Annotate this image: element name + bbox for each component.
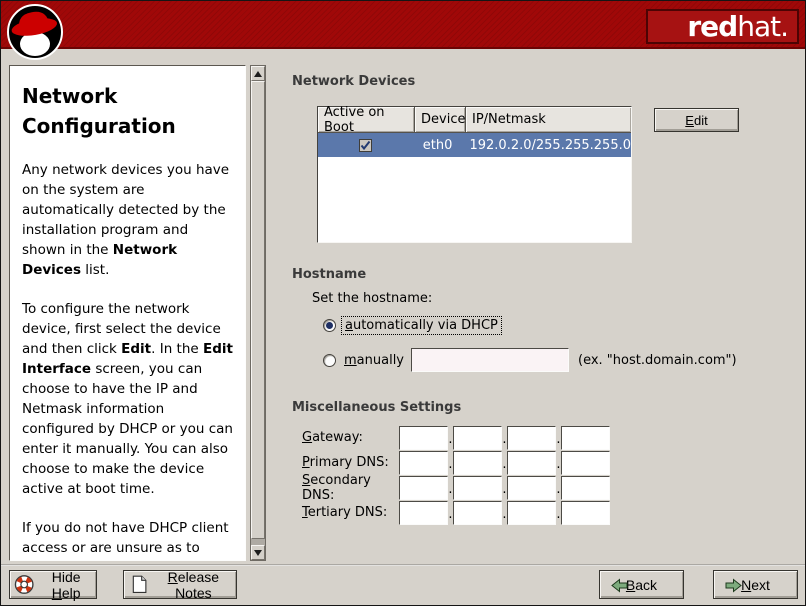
- arrow-right-icon: [725, 578, 742, 593]
- secondary-dns-octet-2[interactable]: [453, 476, 502, 500]
- secondary-dns-octet-1[interactable]: [399, 476, 448, 500]
- radio-button-dhcp[interactable]: [323, 319, 336, 332]
- help-scrollbar[interactable]: [250, 65, 266, 561]
- lifebuoy-help-icon: [14, 574, 34, 595]
- active-on-boot-checkbox[interactable]: [359, 139, 372, 152]
- primary-dns-row: Primary DNS: . . .: [302, 450, 610, 475]
- help-text: Any network devices you have on the syst…: [22, 160, 233, 561]
- radio-dot: [326, 322, 333, 329]
- ip-netmask-cell: 192.0.2.0/255.255.255.0: [462, 138, 631, 153]
- installer-window: redhat. Network Configuration Any networ…: [0, 0, 806, 606]
- hostname-section-label: Hostname: [292, 267, 366, 282]
- triangle-down-icon: [254, 550, 262, 556]
- secondary-dns-row: Secondary DNS: . . .: [302, 475, 610, 500]
- secondary-dns-label: Secondary DNS:: [302, 473, 399, 503]
- scroll-down-button[interactable]: [251, 545, 265, 560]
- active-on-boot-cell: [318, 139, 413, 152]
- document-icon: [131, 574, 148, 595]
- gateway-octet-3[interactable]: [507, 426, 556, 450]
- gateway-row: Gateway: . . .: [302, 425, 610, 450]
- gateway-octet-2[interactable]: [453, 426, 502, 450]
- wordmark-hat: hat.: [737, 13, 788, 41]
- tertiary-dns-octet-4[interactable]: [561, 501, 610, 525]
- back-button[interactable]: Back: [599, 570, 684, 599]
- table-header-row: Active on Boot Device IP/Netmask: [318, 107, 631, 133]
- primary-dns-octet-4[interactable]: [561, 451, 610, 475]
- tertiary-dns-octet-2[interactable]: [453, 501, 502, 525]
- help-panel: Network Configuration Any network device…: [9, 65, 246, 561]
- tertiary-dns-row: Tertiary DNS: . . .: [302, 500, 610, 525]
- column-header-device[interactable]: Device: [415, 107, 466, 133]
- radio-option-dhcp[interactable]: automatically via DHCP: [323, 316, 502, 335]
- misc-settings-section-label: Miscellaneous Settings: [292, 400, 461, 415]
- gateway-octet-4[interactable]: [561, 426, 610, 450]
- network-devices-table: Active on Boot Device IP/Netmask eth0 19…: [317, 106, 632, 243]
- device-cell: eth0: [413, 138, 463, 153]
- next-button[interactable]: Next: [713, 570, 798, 599]
- hostname-input[interactable]: [411, 348, 569, 372]
- primary-dns-label: Primary DNS:: [302, 455, 399, 470]
- hostname-example-hint: (ex. "host.domain.com"): [578, 353, 737, 368]
- radio-label-dhcp[interactable]: automatically via DHCP: [341, 316, 502, 335]
- tertiary-dns-label: Tertiary DNS:: [302, 505, 399, 520]
- table-row[interactable]: eth0 192.0.2.0/255.255.255.0: [318, 133, 631, 157]
- footer-separator: [1, 564, 805, 566]
- help-title: Network Configuration: [22, 81, 233, 141]
- redhat-shadowman-logo-icon: [6, 3, 63, 65]
- redhat-wordmark: redhat.: [646, 9, 799, 44]
- column-header-ip-netmask[interactable]: IP/Netmask: [466, 107, 631, 133]
- scroll-up-button[interactable]: [251, 66, 265, 81]
- wordmark-red: red: [687, 13, 737, 41]
- tertiary-dns-octet-1[interactable]: [399, 501, 448, 525]
- arrow-left-icon: [611, 578, 628, 593]
- hide-help-label: Hide Help: [36, 569, 96, 601]
- primary-dns-octet-3[interactable]: [507, 451, 556, 475]
- back-label: Back: [626, 577, 657, 593]
- release-notes-label: Release Notes: [151, 569, 236, 601]
- tertiary-dns-octet-3[interactable]: [507, 501, 556, 525]
- next-label: Next: [741, 577, 770, 593]
- release-notes-button[interactable]: Release Notes: [123, 570, 237, 599]
- network-devices-section-label: Network Devices: [292, 74, 415, 89]
- scrollbar-thumb[interactable]: [251, 81, 265, 539]
- gateway-octet-1[interactable]: [399, 426, 448, 450]
- primary-dns-octet-2[interactable]: [453, 451, 502, 475]
- set-hostname-prompt: Set the hostname:: [312, 291, 432, 306]
- edit-button[interactable]: Edit: [654, 108, 739, 132]
- triangle-up-icon: [254, 71, 262, 77]
- radio-button-manually[interactable]: [323, 354, 336, 367]
- header-banner: redhat.: [1, 1, 805, 49]
- primary-dns-octet-1[interactable]: [399, 451, 448, 475]
- checkmark-icon: [360, 140, 371, 151]
- hide-help-button[interactable]: Hide Help: [9, 570, 97, 599]
- column-header-active-on-boot[interactable]: Active on Boot: [318, 107, 415, 133]
- gateway-label: Gateway:: [302, 430, 399, 445]
- radio-option-manually[interactable]: manually: [323, 352, 407, 369]
- radio-label-manually[interactable]: manually: [341, 352, 407, 369]
- secondary-dns-octet-4[interactable]: [561, 476, 610, 500]
- secondary-dns-octet-3[interactable]: [507, 476, 556, 500]
